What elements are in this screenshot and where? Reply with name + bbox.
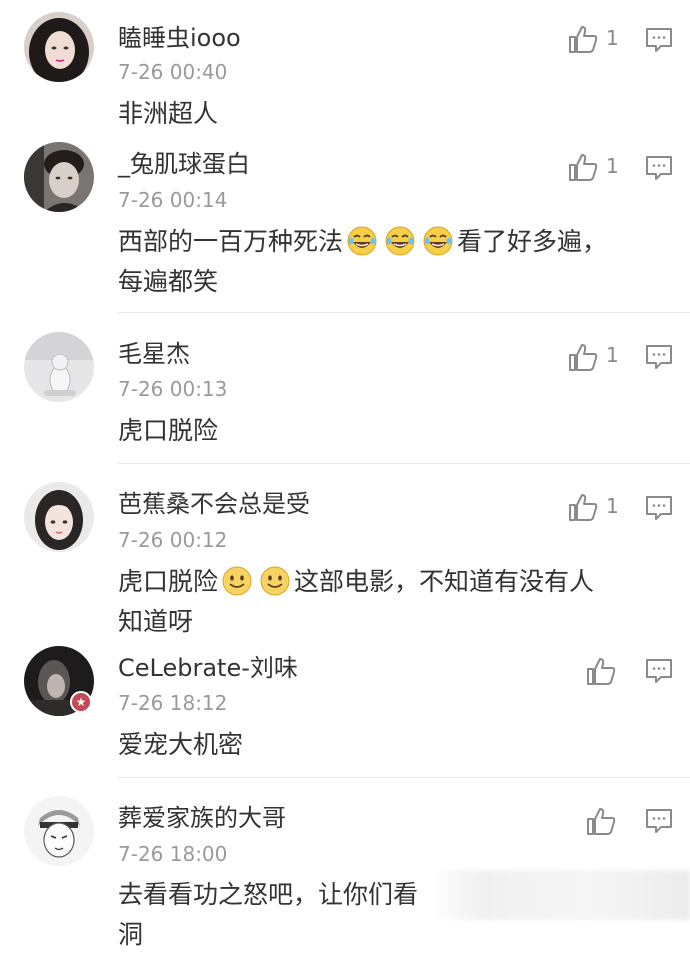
comment-icon[interactable] — [645, 27, 673, 53]
comment-icon[interactable] — [645, 495, 673, 521]
avatar[interactable] — [24, 796, 94, 866]
divider — [118, 463, 690, 464]
laughing-tears-emoji-icon — [346, 225, 378, 257]
username[interactable]: 芭蕉桑不会总是受 — [118, 488, 310, 520]
timestamp: 7-26 00:14 — [118, 188, 228, 212]
comment-text-part: 去看看功之怒吧，让你们看 — [118, 880, 419, 909]
like-count: 1 — [606, 343, 619, 367]
comment-icon[interactable] — [645, 155, 673, 181]
username[interactable]: 葬爱家族的大哥 — [118, 802, 286, 834]
divider — [118, 312, 690, 313]
username[interactable]: 瞌睡虫iooo — [118, 22, 241, 54]
timestamp: 7-26 18:00 — [118, 842, 228, 866]
smile-emoji-icon — [221, 565, 253, 597]
comment-text: 虎口脱险 这部电影，不知道有没有人知道呀 — [118, 562, 658, 642]
comment-text: 虎口脱险 — [118, 411, 658, 451]
timestamp: 7-26 18:12 — [118, 691, 228, 715]
comment-icon[interactable] — [645, 344, 673, 370]
comment-icon[interactable] — [645, 808, 673, 834]
username[interactable]: _兔肌球蛋白 — [118, 148, 250, 180]
thumbs-up-icon[interactable] — [567, 24, 599, 54]
comment-text: 爱宠大机密 — [118, 725, 658, 765]
like-count: 1 — [606, 26, 619, 50]
thumbs-up-icon[interactable] — [567, 342, 599, 372]
smile-emoji-icon — [259, 565, 291, 597]
comment-text: 西部的一百万种死法 看了好多遍， 每遍都笑 — [118, 222, 658, 302]
username[interactable]: 毛星杰 — [118, 338, 190, 370]
like-count: 1 — [606, 494, 619, 518]
comment-text-part: 虎口脱险 — [118, 416, 219, 445]
comment-text-part: 洞 — [118, 920, 144, 949]
thumbs-up-icon[interactable] — [567, 492, 599, 522]
avatar[interactable] — [24, 332, 94, 402]
comment-text-part: 这部电影，不知道有没有人 — [294, 567, 595, 596]
thumbs-up-icon[interactable] — [585, 656, 617, 686]
comment-text-part: 爱宠大机密 — [118, 730, 244, 759]
avatar[interactable] — [24, 482, 94, 552]
timestamp: 7-26 00:12 — [118, 528, 228, 552]
comment-text-part: 虎口脱险 — [118, 567, 219, 596]
thumbs-up-icon[interactable] — [585, 806, 617, 836]
thumbs-up-icon[interactable] — [567, 152, 599, 182]
username[interactable]: CeLebrate-刘味 — [118, 652, 298, 684]
timestamp: 7-26 00:13 — [118, 377, 228, 401]
avatar[interactable] — [24, 12, 94, 82]
comment-text-part: 知道呀 — [118, 607, 194, 636]
star-badge-icon: ★ — [70, 691, 92, 713]
like-count: 1 — [606, 154, 619, 178]
comment-text-part: 每遍都笑 — [118, 267, 219, 296]
laughing-tears-emoji-icon — [422, 225, 454, 257]
comment-text-part: 看了好多遍， — [457, 227, 608, 256]
timestamp: 7-26 00:40 — [118, 60, 228, 84]
avatar[interactable] — [24, 142, 94, 212]
laughing-tears-emoji-icon — [384, 225, 416, 257]
comment-text-part: 西部的一百万种死法 — [118, 227, 344, 256]
divider — [118, 777, 690, 778]
comment-text-part: 非洲超人 — [118, 99, 219, 128]
blurred-overlay — [430, 870, 690, 920]
comment-text: 非洲超人 — [118, 94, 658, 134]
comment-icon[interactable] — [645, 658, 673, 684]
